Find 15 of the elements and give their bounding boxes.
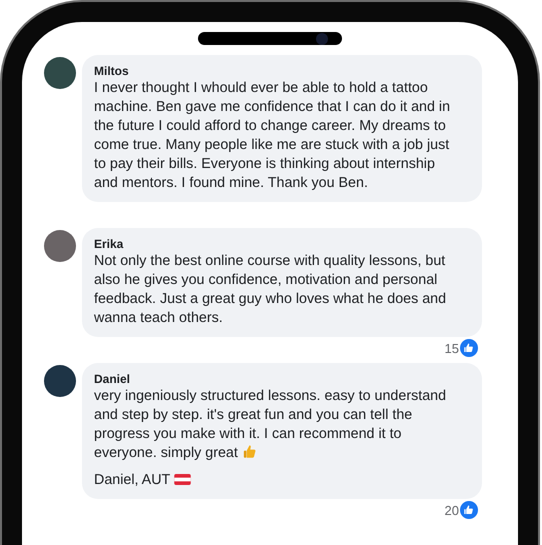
camera-icon	[316, 32, 328, 44]
like-count: 20	[444, 502, 459, 518]
like-count: 15	[444, 340, 459, 356]
avatar[interactable]	[44, 365, 76, 397]
comment-text: I never thought I whould ever be able to hold a tattoo machine. Ben gave me confidence that I can do it and in the future I could afford to change career. My dreams to come true. Many people like me are stuck with a job just to pay their bills. Everyone is thinking about internship and mentors. I found mine. Thank you Ben.	[94, 79, 452, 193]
author-name[interactable]: Miltos	[94, 63, 456, 79]
avatar[interactable]	[44, 230, 76, 262]
signature-text: Daniel, AUT	[94, 471, 456, 490]
comment-text: Not only the best online course with quality lessons, but also he gives you confidence, motivation and personal feedback. Just a great guy who loves what he does and wanna teach others.	[94, 252, 448, 328]
like-icon[interactable]	[460, 339, 478, 357]
avatar[interactable]	[44, 57, 76, 89]
comment-text: very ingeniously structured lessons. easy to understand and step by step. it's great fun and you can tell the progress you make with it. I can recommend it to everyone. simply great	[94, 387, 448, 463]
author-name[interactable]: Erika	[94, 236, 456, 252]
like-icon[interactable]	[460, 501, 478, 519]
author-name[interactable]: Daniel	[94, 371, 456, 387]
